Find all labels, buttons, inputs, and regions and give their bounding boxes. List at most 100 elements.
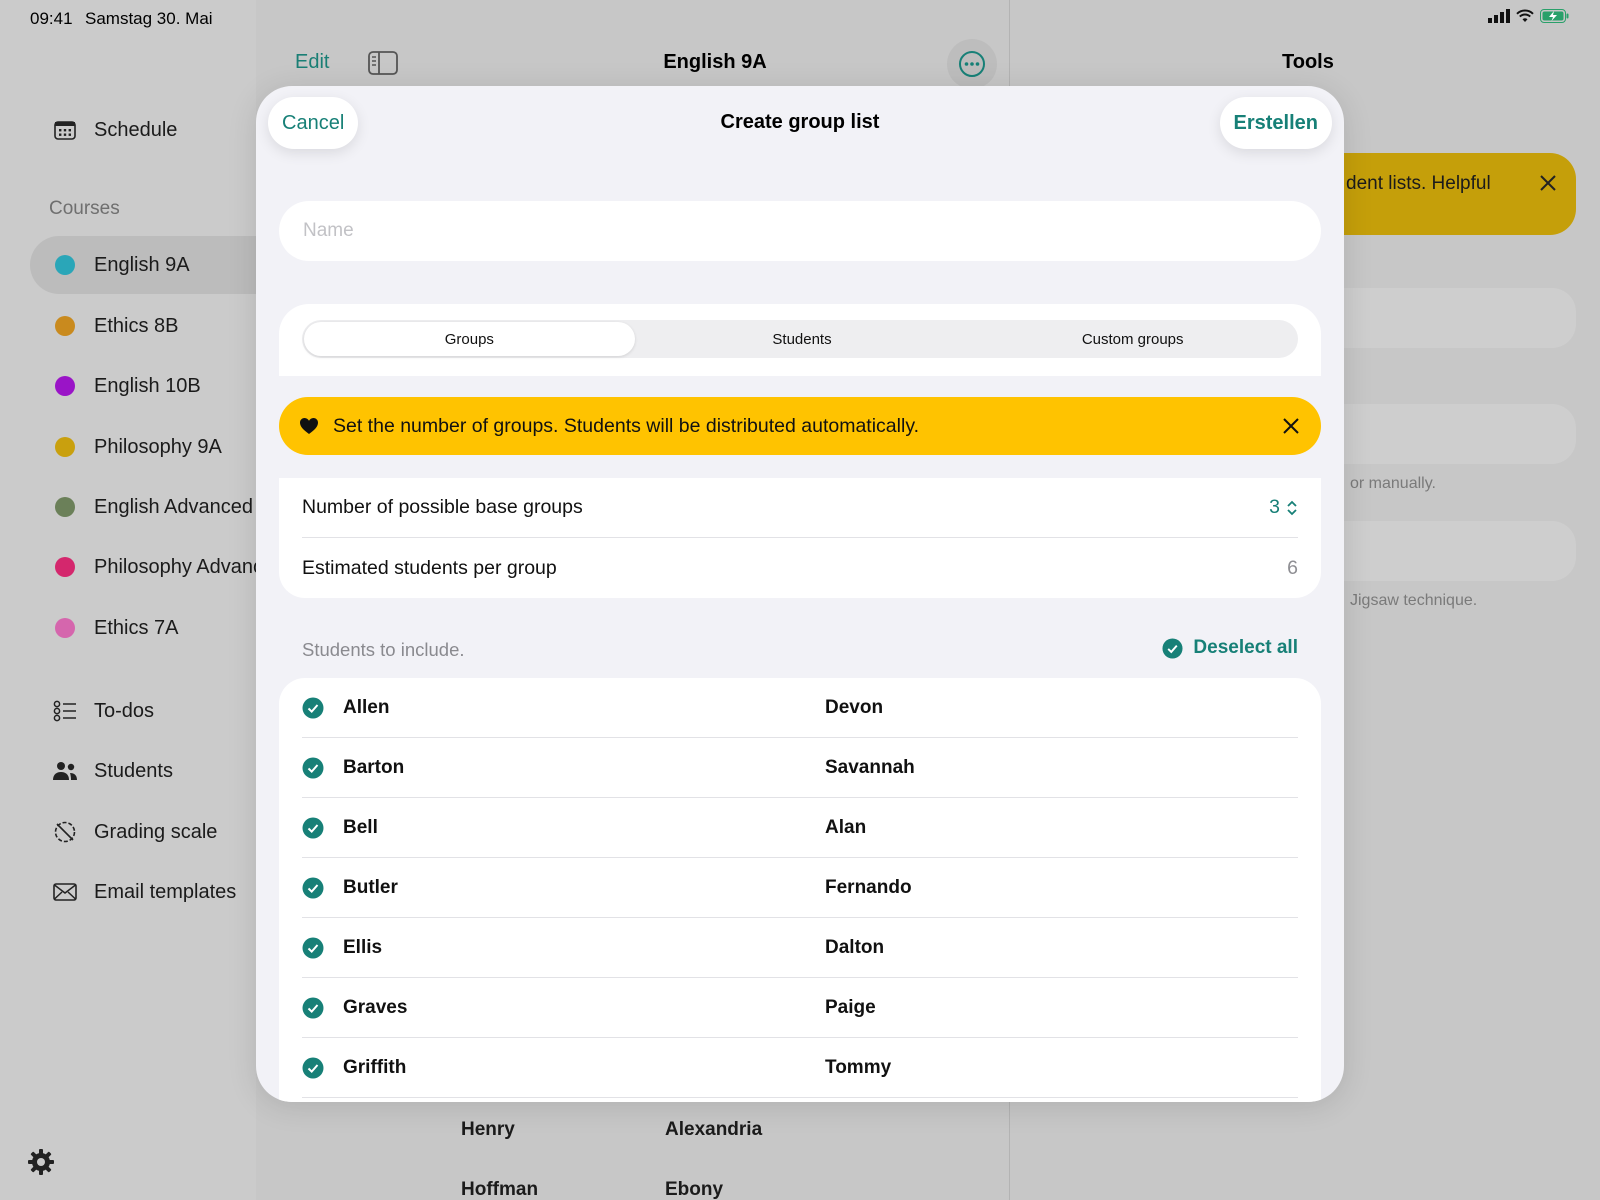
deselect-all-button[interactable]: Deselect all — [1162, 637, 1298, 659]
checkmark-circle-icon[interactable] — [302, 997, 324, 1019]
student-first-name: Fernando — [825, 876, 912, 898]
sidebar-item-label: Ethics 7A — [94, 616, 179, 639]
groups-count-label: Number of possible base groups — [302, 496, 583, 518]
checkmark-circle-icon[interactable] — [302, 697, 324, 719]
sheet-title: Create group list — [720, 111, 880, 133]
student-last-name: Barton — [343, 756, 405, 778]
student-row[interactable]: Griffith Tommy — [302, 1038, 1298, 1098]
sidebar-course-english-9a[interactable]: English 9A — [30, 236, 270, 294]
student-first-name: Paige — [825, 996, 876, 1018]
tab-students[interactable]: Students — [637, 320, 968, 358]
student-last-name: Bell — [343, 816, 378, 838]
bg-student-last: Henry — [461, 1119, 515, 1140]
sidebar-course-philosophy-advanced[interactable]: Philosophy Advanced — [30, 538, 285, 596]
checkmark-circle-icon — [1162, 637, 1183, 659]
checkmark-circle-icon[interactable] — [302, 877, 324, 899]
student-last-name: Ellis — [343, 936, 383, 958]
group-settings-card: Number of possible base groups 3 Estimat… — [279, 478, 1321, 598]
name-field[interactable] — [279, 201, 1321, 261]
tools-title: Tools — [1282, 51, 1334, 73]
deselect-all-label: Deselect all — [1193, 637, 1298, 658]
sidebar-item-label: Email templates — [94, 880, 237, 903]
groups-count-row[interactable]: Number of possible base groups 3 — [302, 478, 1298, 538]
groups-count-stepper[interactable]: 3 — [1269, 496, 1298, 519]
sidebar-toggle-icon[interactable] — [368, 51, 398, 80]
sidebar-item-label: Philosophy 9A — [94, 435, 222, 458]
tools-caption: or manually. — [1350, 475, 1436, 492]
sidebar-item-label: English Advanced — [94, 495, 254, 518]
sidebar-item-grading-scale[interactable]: Grading scale — [30, 803, 217, 861]
hint-banner: Set the number of groups. Students will … — [279, 397, 1321, 455]
checklist-icon — [52, 698, 78, 724]
sidebar-item-label: Grading scale — [94, 820, 218, 843]
sidebar-course-english-advanced[interactable]: English Advanced — [30, 478, 253, 536]
course-color-dot — [55, 618, 75, 638]
students-per-group-label: Estimated students per group — [302, 556, 557, 579]
tab-custom-groups[interactable]: Custom groups — [967, 320, 1298, 358]
settings-gear-icon[interactable] — [27, 1148, 55, 1181]
student-row[interactable]: Ellis Dalton — [302, 918, 1298, 978]
main-title: English 9A — [663, 51, 767, 73]
student-first-name: Devon — [825, 696, 884, 718]
edit-button[interactable]: Edit — [295, 51, 329, 74]
chevron-up-down-icon — [1287, 500, 1297, 515]
bg-student-first: Ebony — [665, 1179, 724, 1200]
wifi-icon — [1516, 9, 1534, 22]
sidebar-item-label: Ethics 8B — [94, 314, 179, 337]
student-row[interactable]: Allen Devon — [302, 678, 1298, 738]
more-options-button[interactable] — [947, 39, 997, 89]
student-row[interactable]: Barton Savannah — [302, 738, 1298, 798]
tools-caption: Jigsaw technique. — [1350, 592, 1478, 609]
close-icon[interactable] — [1281, 416, 1301, 441]
tools-banner-text: dent lists. Helpful — [1346, 173, 1491, 194]
tab-groups[interactable]: Groups — [304, 322, 635, 356]
sidebar-course-ethics-8b[interactable]: Ethics 8B — [30, 297, 178, 355]
sidebar: Schedule Courses English 9A Ethics 8B En… — [0, 0, 285, 1200]
course-color-dot — [55, 497, 75, 517]
student-row[interactable]: Graves Paige — [302, 978, 1298, 1038]
sidebar-course-english-10b[interactable]: English 10B — [30, 357, 201, 415]
status-time: 09:41 — [30, 9, 73, 28]
student-last-name: Griffith — [343, 1056, 407, 1078]
course-color-dot — [55, 437, 75, 457]
course-color-dot — [55, 376, 75, 396]
sidebar-item-students[interactable]: Students — [30, 742, 173, 800]
sidebar-item-label: Students — [94, 759, 173, 782]
student-last-name: Butler — [343, 876, 398, 898]
course-color-dot — [55, 316, 75, 336]
student-row[interactable]: Butler Fernando — [302, 858, 1298, 918]
create-group-list-sheet: Cancel Create group list Erstellen Group… — [256, 86, 1344, 1102]
sidebar-item-email-templates[interactable]: Email templates — [30, 863, 236, 921]
status-bar: 09:41 Samstag 30. Mai — [0, 0, 1600, 36]
checkmark-circle-icon[interactable] — [302, 937, 324, 959]
student-list: Allen Devon Barton Savannah Bell Alan Bu… — [279, 678, 1321, 1102]
ellipsis-circle-icon — [959, 51, 985, 77]
student-last-name: Allen — [343, 696, 390, 718]
close-icon[interactable] — [1538, 173, 1558, 198]
checkmark-circle-icon[interactable] — [302, 817, 324, 839]
sidebar-course-philosophy-9a[interactable]: Philosophy 9A — [30, 418, 222, 476]
student-first-name: Savannah — [825, 756, 915, 778]
groups-count-value: 3 — [1269, 496, 1280, 518]
bg-student-first: Alexandria — [665, 1119, 763, 1140]
heart-icon — [299, 417, 319, 435]
calendar-icon — [52, 117, 78, 143]
status-icons — [1488, 9, 1570, 23]
sidebar-course-ethics-7a[interactable]: Ethics 7A — [30, 599, 178, 657]
grading-scale-icon — [52, 819, 78, 845]
students-per-group-value: 6 — [1287, 556, 1298, 579]
envelope-icon — [52, 879, 78, 905]
checkmark-circle-icon[interactable] — [302, 1057, 324, 1079]
create-button[interactable]: Erstellen — [1219, 97, 1332, 149]
mode-segment-card: Groups Students Custom groups — [279, 304, 1321, 376]
include-label: Students to include. — [302, 639, 465, 660]
student-row[interactable]: Bell Alan — [302, 798, 1298, 858]
status-date: Samstag 30. Mai — [85, 9, 213, 28]
student-first-name: Dalton — [825, 936, 885, 958]
bg-student-last: Hoffman — [461, 1179, 539, 1200]
sidebar-item-label: To-dos — [94, 699, 155, 722]
checkmark-circle-icon[interactable] — [302, 757, 324, 779]
battery-charging-icon — [1540, 9, 1569, 23]
sidebar-item-todos[interactable]: To-dos — [30, 682, 154, 740]
sidebar-item-schedule[interactable]: Schedule — [30, 101, 177, 159]
